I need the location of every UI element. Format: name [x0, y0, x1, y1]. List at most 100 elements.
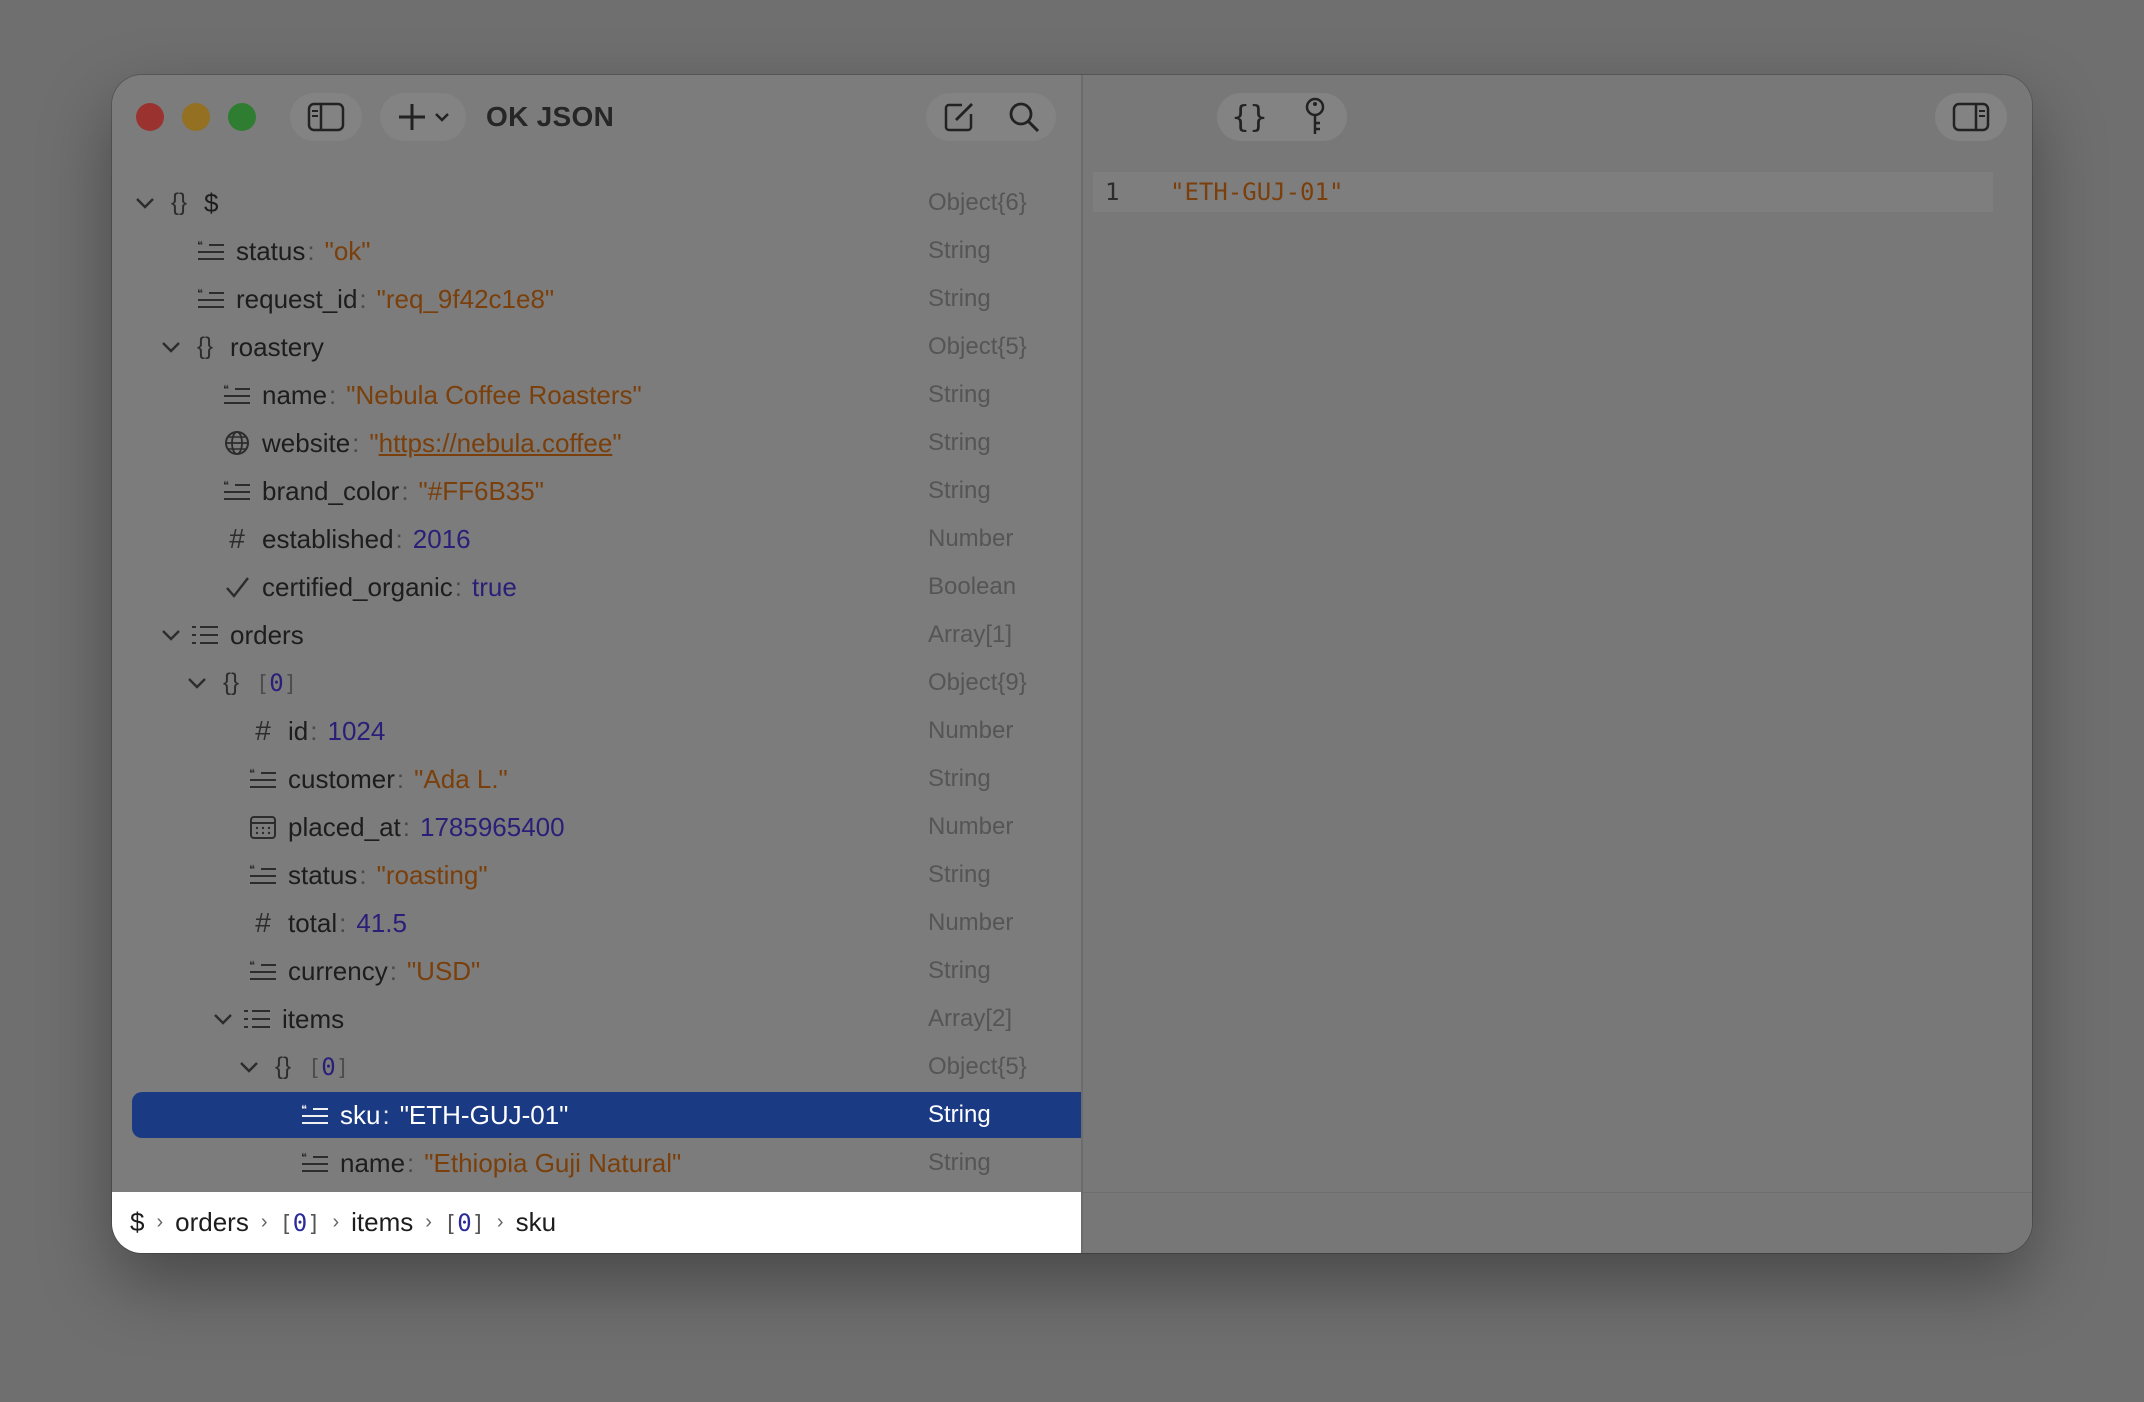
chevron-down-icon[interactable] — [158, 334, 184, 360]
tree-row[interactable]: # id: 1024 Number — [132, 708, 1178, 754]
tree-row[interactable]: placed_at: 1785965400 Number — [132, 804, 1178, 850]
number-hash-icon: # — [229, 523, 245, 554]
tree-key: status — [288, 859, 358, 890]
breadcrumb-root[interactable]: $ — [130, 1207, 144, 1238]
add-menu-button[interactable] — [383, 95, 463, 139]
colon: : — [310, 715, 318, 746]
tree-row[interactable]: ❝ status: "ok" String — [132, 228, 1126, 274]
tree-row-items[interactable]: items Array[2] — [132, 996, 1140, 1042]
tree-key: roastery — [230, 331, 324, 362]
svg-text:❝: ❝ — [301, 1152, 307, 1164]
tree-key: total — [288, 907, 338, 938]
tree-key: customer — [288, 763, 395, 794]
svg-text:❝: ❝ — [197, 288, 203, 300]
svg-text:❝: ❝ — [301, 1104, 307, 1116]
number-value: 2016 — [412, 523, 471, 554]
tree-row[interactable]: ❝ currency: "USD" String — [132, 948, 1178, 994]
tree-row-root[interactable]: {} $ Object{6} — [132, 180, 1062, 226]
tree-row[interactable]: ❝ customer: "Ada L." String — [132, 756, 1178, 802]
edit-button[interactable] — [937, 95, 981, 139]
sidebar-toggle-button[interactable] — [304, 95, 348, 139]
object-braces-icon: {} — [196, 333, 214, 360]
chevron-down-icon[interactable] — [210, 1006, 236, 1032]
colon: : — [307, 235, 315, 266]
chevron-down-icon[interactable] — [184, 670, 210, 696]
colon: : — [359, 859, 367, 890]
colon: : — [339, 907, 347, 938]
svg-text:❝: ❝ — [197, 240, 203, 252]
breadcrumb-items[interactable]: items — [351, 1207, 413, 1238]
colon: : — [395, 523, 403, 554]
plus-icon — [399, 104, 425, 130]
chevron-down-icon[interactable] — [158, 622, 184, 648]
breadcrumb-sku[interactable]: sku — [516, 1207, 556, 1238]
svg-text:❝: ❝ — [223, 480, 229, 492]
tree-key: name — [262, 379, 328, 410]
chevron-down-icon[interactable] — [132, 190, 158, 216]
type-label: String — [928, 1149, 991, 1176]
tree-row-selected[interactable]: ❝ sku: "ETH-GUJ-01" String — [132, 1092, 1230, 1138]
tree-key: certified_organic — [262, 571, 453, 602]
type-label: Object{9} — [928, 669, 1027, 696]
tree-key: items — [282, 1003, 345, 1034]
type-label: Number — [928, 813, 1014, 840]
tree-row[interactable]: ❝ brand_color: "#FF6B35" String — [132, 468, 1152, 514]
editor-text[interactable]: "ETH-GUJ-01" — [1170, 178, 1343, 206]
url-link[interactable]: https://nebula.coffee — [379, 428, 613, 459]
keys-button[interactable] — [1293, 95, 1337, 139]
format-keys-group: {} — [1217, 93, 1347, 141]
breadcrumb-orders[interactable]: orders — [175, 1207, 249, 1238]
breadcrumb-order-index[interactable]: [0] — [280, 1209, 321, 1237]
inspector-toggle-button[interactable] — [1949, 95, 1993, 139]
type-label: Array[2] — [928, 1005, 1013, 1032]
chevron-down-icon[interactable] — [236, 1054, 262, 1080]
tree-row[interactable]: ❝ request_id: "req_9f42c1e8" String — [132, 276, 1126, 322]
array-index: [0] — [308, 1053, 349, 1081]
tree-row[interactable]: ❝ name: "Ethiopia Guji Natural" String — [132, 1140, 1230, 1186]
tree-key: $ — [204, 187, 219, 218]
object-braces-icon: {} — [274, 1053, 292, 1080]
breadcrumb-separator: › — [496, 1211, 504, 1233]
string-value: "#FF6B35" — [418, 475, 544, 506]
object-braces-icon: {} — [170, 189, 188, 216]
colon: : — [329, 379, 337, 410]
format-button[interactable]: {} — [1228, 95, 1272, 139]
braces-icon: {} — [1231, 99, 1268, 135]
tree-key: placed_at — [288, 811, 401, 842]
tree-key: established — [262, 523, 394, 554]
type-label: Object{5} — [928, 1053, 1027, 1080]
tree-key: brand_color — [262, 475, 400, 506]
tree-row-orders[interactable]: orders Array[1] — [132, 612, 1088, 658]
minimize-window-button[interactable] — [182, 103, 210, 131]
close-window-button[interactable] — [136, 103, 164, 131]
tree-key: request_id — [236, 283, 358, 314]
tree-row[interactable]: ❝ status: "roasting" String — [132, 852, 1178, 898]
tree-row-roastery[interactable]: {} roastery Object{5} — [132, 324, 1088, 370]
text-quote-icon: ❝ — [248, 956, 278, 986]
string-value: "roasting" — [376, 859, 488, 890]
right-toolbar: {} — [1083, 75, 2032, 155]
zoom-window-button[interactable] — [228, 103, 256, 131]
tree-row[interactable]: # total: 41.5 Number — [132, 900, 1178, 946]
url-value-open-quote: " — [369, 427, 379, 458]
colon: : — [389, 955, 397, 986]
type-label: Boolean — [928, 573, 1017, 600]
type-label: Number — [928, 909, 1014, 936]
string-value: "ok" — [324, 235, 371, 266]
tree-row[interactable]: # established: 2016 Number — [132, 516, 1152, 562]
colon: : — [407, 1147, 415, 1178]
type-label: Object{5} — [928, 333, 1027, 360]
compose-icon — [944, 103, 973, 132]
tree-row[interactable]: ❝ name: "Nebula Coffee Roasters" String — [132, 372, 1152, 418]
text-quote-icon: ❝ — [222, 476, 252, 506]
tree-row-order-0[interactable]: {} [0] Object{9} — [132, 660, 1114, 706]
colon: : — [401, 475, 409, 506]
breadcrumb-separator: › — [156, 1211, 164, 1233]
breadcrumb-item-index[interactable]: [0] — [444, 1209, 485, 1237]
svg-text:❝: ❝ — [249, 960, 255, 972]
tree-row[interactable]: website: " https://nebula.coffee " String — [132, 420, 1152, 466]
tree-row[interactable]: certified_organic: true Boolean — [132, 564, 1152, 610]
sidebar-icon — [307, 102, 345, 132]
search-button[interactable] — [1002, 95, 1046, 139]
tree-row-item-0[interactable]: {} [0] Object{5} — [132, 1044, 1166, 1090]
